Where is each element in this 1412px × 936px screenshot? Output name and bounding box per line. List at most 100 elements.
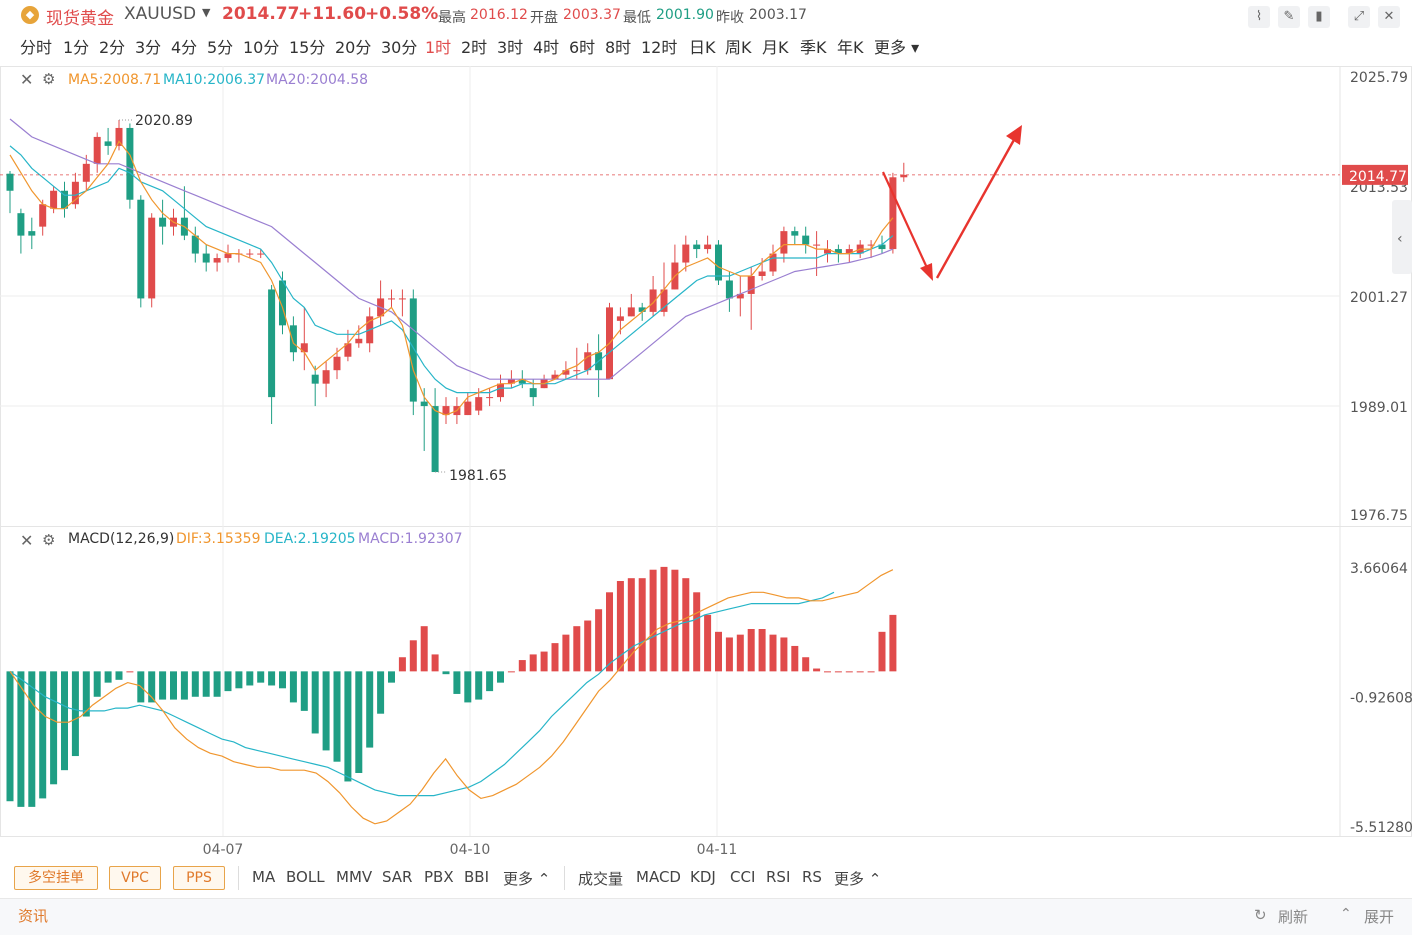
- refresh-button[interactable]: 刷新: [1278, 906, 1308, 927]
- period-tab[interactable]: 4时: [533, 34, 559, 58]
- sub-indicator-2[interactable]: KDJ: [690, 868, 716, 886]
- kline-chart[interactable]: 2020.891981.65 2025.792013.532001.271989…: [0, 60, 1412, 860]
- macd-bar: [736, 634, 744, 672]
- symbol-name[interactable]: 现货黄金: [46, 4, 114, 29]
- macd-axis-label: 3.66064: [1350, 561, 1408, 577]
- period-tab[interactable]: 季K: [800, 34, 827, 58]
- macd-bar: [725, 637, 733, 672]
- period-tab[interactable]: 周K: [725, 34, 752, 58]
- sub-indicator-4[interactable]: RSI: [766, 868, 790, 886]
- period-tab[interactable]: 8时: [605, 34, 631, 58]
- price-axis-label: 2025.79: [1350, 70, 1408, 86]
- symbol-dropdown-icon[interactable]: ▼: [202, 6, 210, 19]
- close-icon[interactable]: ✕: [1378, 6, 1400, 28]
- close-indicator-icon[interactable]: ✕: [20, 70, 33, 89]
- symbol-code[interactable]: XAUUSD: [124, 4, 196, 24]
- candle-body: [398, 298, 406, 300]
- candle-type-icon[interactable]: ▮: [1308, 6, 1330, 28]
- sub-indicator-3[interactable]: CCI: [730, 868, 755, 886]
- macd-bar: [824, 671, 831, 673]
- main-indicator-3[interactable]: SAR: [382, 868, 412, 886]
- period-tab[interactable]: 20分: [335, 34, 371, 58]
- refresh-icon[interactable]: ↻: [1254, 906, 1267, 924]
- period-tab[interactable]: 6时: [569, 34, 595, 58]
- candle-body: [159, 217, 167, 227]
- period-tab[interactable]: 2时: [461, 34, 487, 58]
- macd-bar: [202, 671, 210, 697]
- period-tab[interactable]: 3时: [497, 34, 523, 58]
- candle-body: [704, 244, 712, 250]
- period-tab[interactable]: 分时: [20, 34, 52, 58]
- candle-body: [6, 173, 14, 191]
- macd-bar: [366, 671, 374, 748]
- main-indicator-2[interactable]: MMV: [336, 868, 372, 886]
- chevron-left-icon: ‹: [1397, 231, 1403, 247]
- expand-icon[interactable]: ⌃: [1340, 906, 1352, 922]
- candle-body: [682, 244, 690, 263]
- macd-bar: [420, 626, 428, 672]
- period-tab[interactable]: 月K: [762, 34, 789, 58]
- period-tab[interactable]: 更多 ▾: [874, 34, 919, 58]
- macd-bar: [507, 671, 515, 673]
- sub-indicator-6[interactable]: 更多 ⌃: [834, 868, 881, 889]
- candle-body: [246, 253, 254, 255]
- candle-body: [93, 136, 101, 164]
- macd-bar: [71, 671, 79, 757]
- candle-body: [529, 388, 537, 398]
- main-indicator-0[interactable]: MA: [252, 868, 275, 886]
- candle-body: [715, 244, 722, 281]
- long-short-orders-button[interactable]: 多空挂单: [14, 866, 98, 890]
- pps-button[interactable]: PPS: [173, 866, 225, 890]
- macd-bar: [311, 671, 319, 734]
- sub-indicator-5[interactable]: RS: [802, 868, 822, 886]
- main-indicator-5[interactable]: BBI: [464, 868, 489, 886]
- period-tab[interactable]: 15分: [289, 34, 325, 58]
- period-tab[interactable]: 2分: [99, 34, 125, 58]
- candle-body: [900, 174, 908, 178]
- line-chart-icon[interactable]: ⌇: [1248, 6, 1270, 28]
- period-tab[interactable]: 年K: [837, 34, 864, 58]
- sub-indicator-0[interactable]: 成交量: [578, 868, 623, 889]
- period-tab[interactable]: 30分: [381, 34, 417, 58]
- period-tab[interactable]: 日K: [689, 34, 716, 58]
- period-tab[interactable]: 5分: [207, 34, 233, 58]
- macd-bar: [115, 671, 123, 680]
- close-macd-icon[interactable]: ✕: [20, 531, 33, 550]
- macd-bar: [682, 578, 690, 672]
- macd-bar: [780, 637, 788, 672]
- period-tab[interactable]: 3分: [135, 34, 161, 58]
- period-tab[interactable]: 1时: [425, 34, 451, 58]
- macd-bar: [551, 643, 559, 672]
- period-tab[interactable]: 4分: [171, 34, 197, 58]
- macd-bar: [442, 671, 450, 675]
- main-indicator-4[interactable]: PBX: [424, 868, 454, 886]
- down-arrow-head: [920, 263, 933, 281]
- macd-bar: [660, 566, 668, 672]
- period-tab[interactable]: 1分: [63, 34, 89, 58]
- candle-body: [725, 280, 733, 299]
- period-tab[interactable]: 10分: [243, 34, 279, 58]
- macd-settings-icon[interactable]: ⚙: [42, 531, 55, 549]
- macd-bar: [486, 671, 494, 692]
- main-indicator-1[interactable]: BOLL: [286, 868, 325, 886]
- macd-bar: [6, 671, 14, 802]
- fullscreen-icon[interactable]: ⤢: [1348, 6, 1370, 28]
- sub-indicator-1[interactable]: MACD: [636, 868, 681, 886]
- main-indicator-6[interactable]: 更多 ⌃: [503, 868, 550, 889]
- current-price-tag-label: 2014.77: [1349, 169, 1407, 185]
- macd-axis-label: -5.51280: [1350, 820, 1412, 836]
- macd-bar: [606, 592, 613, 672]
- candle-body: [104, 141, 112, 146]
- high-label: 最高: [438, 10, 466, 26]
- macd-bar: [191, 671, 199, 697]
- news-tab[interactable]: 资讯: [18, 905, 48, 926]
- macd-bar: [213, 671, 221, 697]
- period-tab[interactable]: 12时: [641, 34, 677, 58]
- candle-body: [115, 127, 123, 146]
- settings-icon[interactable]: ⚙: [42, 70, 55, 88]
- expand-button[interactable]: 展开: [1364, 906, 1394, 927]
- macd-bar: [322, 671, 330, 751]
- macd-name: MACD(12,26,9): [68, 531, 175, 547]
- draw-pen-icon[interactable]: ✎: [1278, 6, 1300, 28]
- vpc-button[interactable]: VPC: [109, 866, 161, 890]
